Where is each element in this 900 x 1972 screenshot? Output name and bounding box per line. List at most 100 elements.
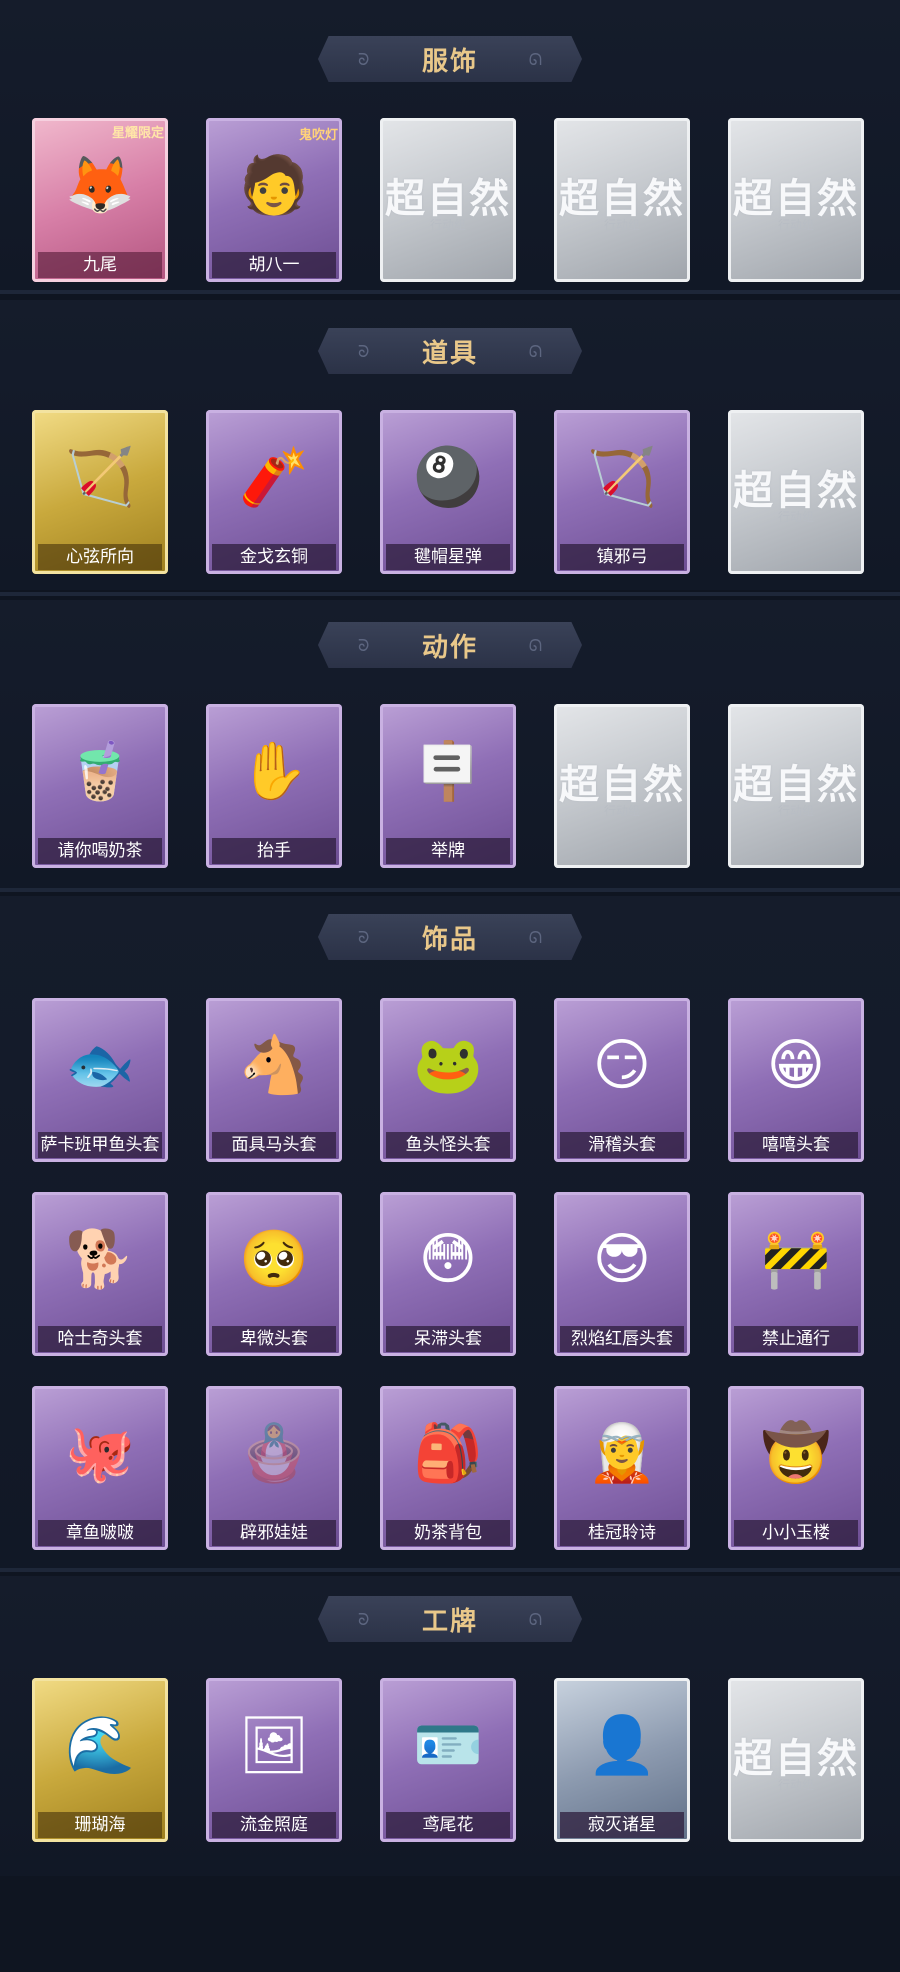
item-label: 镇邪弓 [560, 544, 684, 570]
item-card[interactable]: 🧝 桂冠聆诗 [554, 1386, 690, 1550]
item-card[interactable]: 🐕 哈士奇头套 [32, 1192, 168, 1356]
item-card[interactable]: 🎒 奶茶背包 [380, 1386, 516, 1550]
iris-card-icon: 🪪 [413, 1713, 483, 1778]
swirl-right-icon: ᘏ [528, 50, 542, 69]
section-header-badges: ᘐ 工牌 ᘏ [318, 1596, 582, 1642]
swirl-right-icon: ᘏ [528, 1610, 542, 1629]
item-card[interactable]: 😁 嘻嘻头套 [728, 998, 864, 1162]
pikachu-head-icon: 😎 [592, 1227, 652, 1292]
item-card[interactable]: 🪪 鸢尾花 [380, 1678, 516, 1842]
section-title: 动作 [421, 632, 478, 663]
item-card[interactable]: 🪆 辟邪娃娃 [206, 1386, 342, 1550]
item-label: 禁止通行 [734, 1326, 858, 1352]
item-label: 金戈玄铜 [212, 544, 336, 570]
item-label: 章鱼啵啵 [38, 1520, 162, 1546]
item-label: 寂灭诸星 [560, 1812, 684, 1838]
item-card[interactable]: 🥺 卑微头套 [206, 1192, 342, 1356]
item-label: 萨卡班甲鱼头套 [38, 1132, 162, 1158]
item-card-jiuwei[interactable]: 🦊 星耀限定 九尾 [32, 118, 168, 282]
placeholder-sub: 行动组 [603, 804, 640, 818]
stunned-face-icon: 😳 [418, 1227, 478, 1292]
item-card-taishou[interactable]: ✋ 抬手 [206, 704, 342, 868]
charm-icon: 🧝 [587, 1421, 657, 1486]
item-card-jianmao[interactable]: 🎱 毽帽星弹 [380, 410, 516, 574]
item-card[interactable]: 😎 烈焰红唇头套 [554, 1192, 690, 1356]
item-card[interactable]: 😏 滑稽头套 [554, 998, 690, 1162]
item-label: 珊瑚海 [38, 1812, 162, 1838]
item-card[interactable]: 😳 呆滞头套 [380, 1192, 516, 1356]
item-label: 奶茶背包 [386, 1520, 510, 1546]
item-label: 毽帽星弹 [386, 544, 510, 570]
item-card-jupai[interactable]: 🪧 举牌 [380, 704, 516, 868]
swirl-left-icon: ᘐ [358, 636, 370, 655]
traffic-cone-icon: 🚧 [761, 1227, 831, 1292]
item-card[interactable]: 🐙 章鱼啵啵 [32, 1386, 168, 1550]
item-card[interactable]: 🤠 小小玉楼 [728, 1386, 864, 1550]
husky-head-icon: 🐕 [65, 1227, 135, 1292]
fish-monster-icon: 🐸 [413, 1033, 483, 1098]
item-card[interactable]: 🌊 珊瑚海 [32, 1678, 168, 1842]
fox-character-icon: 🦊 [65, 153, 135, 218]
golden-frame-icon: 🖼 [238, 1713, 310, 1778]
placeholder-card: 超自然 行动组 [554, 704, 690, 868]
item-card-xinxian[interactable]: 🏹 心弦所向 [32, 410, 168, 574]
item-card[interactable]: 🚧 禁止通行 [728, 1192, 864, 1356]
item-label: 鸢尾花 [386, 1812, 510, 1838]
placeholder-card: 超自然 行动组 [554, 118, 690, 282]
placeholder-card: 超自然 行动组 [728, 704, 864, 868]
raise-hand-icon: ✋ [239, 739, 309, 804]
placeholder-card: 超自然 行动组 [728, 118, 864, 282]
grenade-icon: 🧨 [239, 445, 309, 510]
placeholder-sub: 行动组 [777, 510, 814, 524]
swirl-left-icon: ᘐ [358, 928, 370, 947]
sign-icon: 🪧 [413, 739, 483, 804]
section-header-clothing: ᘐ 服饰 ᘏ [318, 36, 582, 82]
grin-face-icon: 😁 [766, 1033, 826, 1098]
section-title: 饰品 [421, 924, 478, 955]
item-card[interactable]: 🐴 面具马头套 [206, 998, 342, 1162]
humble-face-icon: 🥺 [239, 1227, 309, 1292]
item-label: 烈焰红唇头套 [560, 1326, 684, 1352]
figure-icon: 🤠 [761, 1421, 831, 1486]
divider [0, 592, 900, 596]
section-header-accessories: ᘐ 饰品 ᘏ [318, 914, 582, 960]
placeholder-sub: 行动组 [777, 804, 814, 818]
item-card[interactable]: 🐸 鱼头怪头套 [380, 998, 516, 1162]
item-card-jinge[interactable]: 🧨 金戈玄铜 [206, 410, 342, 574]
placeholder-card: 超自然 行动组 [728, 1678, 864, 1842]
item-label: 流金照庭 [212, 1812, 336, 1838]
swirl-left-icon: ᘐ [358, 50, 370, 69]
item-card-naicha[interactable]: 🧋 请你喝奶茶 [32, 704, 168, 868]
divider [0, 290, 900, 294]
fish-head-icon: 🐟 [65, 1033, 135, 1098]
silhouette-card-icon: 👤 [587, 1713, 657, 1778]
item-label: 九尾 [38, 252, 162, 278]
item-card-hubayi[interactable]: 🧑 鬼吹灯 胡八一 [206, 118, 342, 282]
placeholder-card: 超自然 行动组 [728, 410, 864, 574]
item-card[interactable]: 👤 寂灭诸星 [554, 1678, 690, 1842]
section-title: 工牌 [421, 1606, 478, 1637]
milk-tea-pose-icon: 🧋 [65, 739, 135, 804]
item-label: 小小玉楼 [734, 1520, 858, 1546]
swirl-right-icon: ᘏ [528, 928, 542, 947]
placeholder-sub: 行动组 [777, 1778, 814, 1792]
smirk-face-icon: 😏 [592, 1033, 652, 1098]
item-card-zhenxie[interactable]: 🏹 镇邪弓 [554, 410, 690, 574]
item-label: 卑微头套 [212, 1326, 336, 1352]
doll-icon: 🪆 [239, 1421, 309, 1486]
item-label: 嘻嘻头套 [734, 1132, 858, 1158]
ball-bomb-icon: 🎱 [413, 445, 483, 510]
swirl-left-icon: ᘐ [358, 342, 370, 361]
placeholder-sub: 行动组 [777, 218, 814, 232]
divider [0, 1568, 900, 1572]
item-label: 哈士奇头套 [38, 1326, 162, 1352]
bow-icon: 🏹 [587, 445, 657, 510]
item-card[interactable]: 🖼 流金照庭 [206, 1678, 342, 1842]
item-label: 胡八一 [212, 252, 336, 278]
swirl-right-icon: ᘏ [528, 342, 542, 361]
item-label: 面具马头套 [212, 1132, 336, 1158]
swirl-right-icon: ᘏ [528, 636, 542, 655]
item-card[interactable]: 🐟 萨卡班甲鱼头套 [32, 998, 168, 1162]
item-label: 心弦所向 [38, 544, 162, 570]
bow-icon: 🏹 [65, 445, 135, 510]
